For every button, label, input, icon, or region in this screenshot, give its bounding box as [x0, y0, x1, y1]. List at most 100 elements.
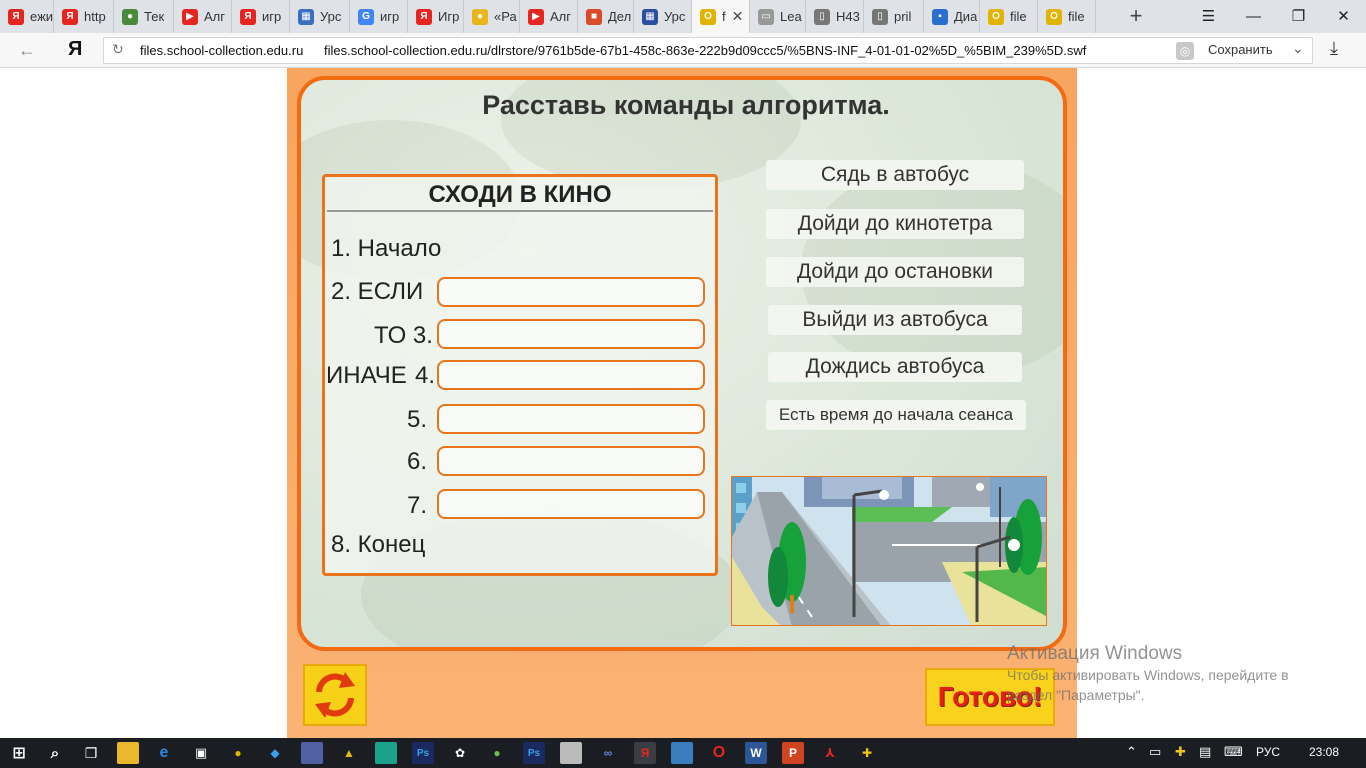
tab-label: ежи — [30, 9, 54, 24]
chevron-down-icon[interactable]: ⌄ — [1292, 40, 1304, 57]
tab-3[interactable]: ▶ Алг — [174, 0, 232, 33]
menu-icon[interactable]: ☰ — [1186, 0, 1231, 33]
chat-icon: ▪ — [932, 8, 948, 25]
drop-slot-3[interactable] — [437, 319, 705, 349]
step-3-label: ТО 3. — [374, 322, 433, 349]
app-icon-8[interactable]: ✚ — [856, 742, 878, 764]
edge-icon[interactable]: e — [153, 742, 175, 764]
step-2-label: 2. ЕСЛИ — [331, 278, 424, 305]
save-button[interactable]: Сохранить — [1208, 42, 1273, 57]
drop-slot-6[interactable] — [437, 446, 705, 476]
restore-icon[interactable]: ❐ — [1276, 0, 1321, 33]
tab-6[interactable]: Gигр — [350, 0, 408, 33]
app-icon-6[interactable]: ● — [486, 742, 508, 764]
photoshop-icon[interactable]: Ps — [412, 742, 434, 764]
command-walk-to-cinema[interactable]: Дойди до кинотетра — [766, 209, 1024, 239]
tab-label: игр — [262, 9, 282, 24]
drop-slot-2[interactable] — [437, 277, 705, 307]
tab-1[interactable]: Яhttp — [54, 0, 114, 33]
app-icon-5[interactable]: ✿ — [449, 742, 471, 764]
word-icon[interactable]: W — [745, 742, 767, 764]
message-icon[interactable]: ▤ — [1199, 744, 1211, 760]
language-indicator[interactable]: РУС — [1256, 745, 1280, 759]
battery-icon[interactable]: ▭ — [1149, 744, 1161, 760]
link-icon[interactable]: ∞ — [597, 742, 619, 764]
ring-icon: O — [700, 8, 716, 25]
tab-12[interactable]: Of ✕ — [692, 0, 750, 33]
command-board-bus[interactable]: Сядь в автобус — [766, 160, 1024, 190]
yandex-icon: Я — [416, 8, 432, 25]
app-icon[interactable]: ● — [227, 742, 249, 764]
app-icon-7[interactable] — [560, 742, 582, 764]
clock[interactable]: 23:08 — [1309, 745, 1339, 759]
site-info-icon[interactable]: ◎ — [1176, 42, 1194, 60]
restart-button[interactable] — [303, 664, 367, 726]
shield-icon[interactable]: ◆ — [264, 742, 286, 764]
back-arrow-icon[interactable]: ← — [14, 38, 40, 62]
acrobat-icon[interactable]: ⅄ — [819, 742, 841, 764]
download-icon[interactable]: ⤓ — [1330, 38, 1338, 59]
tab-7[interactable]: Я Игр — [408, 0, 464, 33]
ring-icon: O — [988, 8, 1004, 25]
close-tab-icon[interactable]: ✕ — [732, 8, 744, 25]
step-4-label: 4. — [415, 362, 436, 389]
new-tab-button[interactable]: + — [1124, 4, 1148, 28]
document-icon: ▯ — [872, 8, 888, 25]
tab-18[interactable]: Ofile — [1038, 0, 1096, 33]
tab-4[interactable]: Яигр — [232, 0, 290, 33]
step-6-label: 6. — [407, 448, 428, 475]
search-icon[interactable]: ⌕ — [44, 742, 66, 764]
keyboard-icon[interactable]: ⌨ — [1224, 744, 1243, 760]
tab-10[interactable]: ■ Дел — [578, 0, 634, 33]
tab-16[interactable]: ▪ Диа — [924, 0, 980, 33]
tab-8[interactable]: ● «Ра — [464, 0, 520, 33]
tab-label: Lea — [780, 9, 802, 24]
tab-15[interactable]: ▯ pril — [864, 0, 924, 33]
task-view-icon[interactable]: ❐ — [80, 742, 102, 764]
file-explorer-icon[interactable] — [117, 742, 139, 764]
monitor-icon[interactable] — [671, 742, 693, 764]
url-text[interactable]: files.school-collection.edu.ru/dlrstore/… — [324, 43, 1086, 58]
tab-label: игр — [380, 9, 400, 24]
drop-slot-5[interactable] — [437, 404, 705, 434]
store-icon[interactable]: ▣ — [190, 742, 212, 764]
app-icon-4[interactable] — [375, 742, 397, 764]
algorithm-title: СХОДИ В КИНО — [428, 181, 612, 208]
app-icon-2[interactable] — [301, 742, 323, 764]
command-wait-for-bus[interactable]: Дождись автобуса — [768, 352, 1022, 382]
drop-slot-7[interactable] — [437, 489, 705, 519]
tab-2[interactable]: ● Тек — [114, 0, 174, 33]
app-tray-icon[interactable]: ✚ — [1175, 744, 1186, 760]
yandex-browser-icon[interactable]: Я — [634, 742, 656, 764]
tab-14[interactable]: ▯ Н43 — [806, 0, 864, 33]
command-walk-to-stop[interactable]: Дойди до остановки — [766, 257, 1024, 287]
tab-13[interactable]: ▭ Lea — [750, 0, 806, 33]
refresh-icon[interactable]: ↻ — [112, 41, 124, 58]
youtube-icon: ▶ — [182, 8, 198, 25]
step-5-label: 5. — [407, 406, 428, 433]
address-bar[interactable]: ↻ files.school-collection.edu.ru files.s… — [103, 37, 1313, 64]
windows-start-icon[interactable]: ⊞ — [8, 742, 30, 764]
tab-label: Н43 — [836, 9, 860, 24]
condition-time-before-show[interactable]: Есть время до начала сеанса — [766, 400, 1026, 430]
close-window-icon[interactable]: ✕ — [1321, 0, 1366, 33]
tab-label: Тек — [144, 9, 165, 24]
tab-label: file — [1068, 9, 1085, 24]
tab-17[interactable]: Ofile — [980, 0, 1038, 33]
tab-5[interactable]: ▦ Урс — [290, 0, 350, 33]
tab-label: http — [84, 9, 106, 24]
yandex-logo[interactable]: Я — [68, 38, 82, 61]
command-exit-bus[interactable]: Выйди из автобуса — [768, 305, 1022, 335]
tab-9[interactable]: ▶ Алг — [520, 0, 578, 33]
opera-icon[interactable]: O — [708, 742, 730, 764]
chevron-up-icon[interactable]: ⌃ — [1126, 744, 1137, 760]
tab-label: Алг — [550, 9, 571, 24]
tab-11[interactable]: ▦ Урс — [634, 0, 692, 33]
minimize-icon[interactable]: — — [1231, 0, 1276, 33]
drop-slot-4[interactable] — [437, 360, 705, 390]
photoshop-icon-2[interactable]: Ps — [523, 742, 545, 764]
tab-0[interactable]: Яежи — [0, 0, 54, 33]
powerpoint-icon[interactable]: P — [782, 742, 804, 764]
navigation-bar: ← Я ↻ files.school-collection.edu.ru fil… — [0, 33, 1366, 68]
app-icon-3[interactable]: ▲ — [338, 742, 360, 764]
